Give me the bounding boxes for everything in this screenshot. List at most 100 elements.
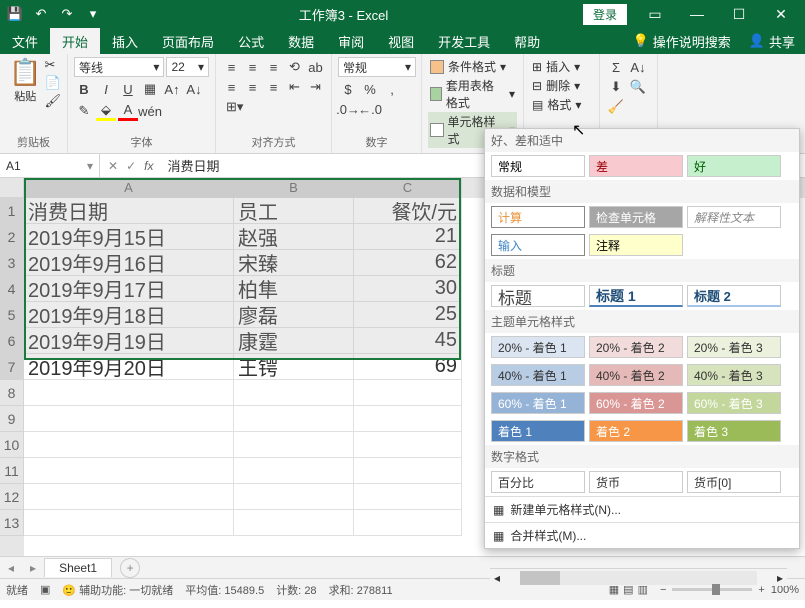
fill-icon[interactable]: ⬇ <box>606 77 626 97</box>
style-货币[interactable]: 货币 <box>589 471 683 493</box>
cell[interactable] <box>24 510 234 536</box>
align-middle-icon[interactable]: ≡ <box>243 57 262 77</box>
conditional-format-button[interactable]: 条件格式▾ <box>428 57 517 76</box>
number-format-select[interactable]: 常规▾ <box>338 57 416 77</box>
login-button[interactable]: 登录 <box>583 4 627 25</box>
ribbon-options-icon[interactable]: ▭ <box>635 2 675 26</box>
cell[interactable]: 62 <box>354 250 462 276</box>
cell[interactable]: 30 <box>354 276 462 302</box>
format-painter-icon[interactable]: 🖌 <box>44 93 61 109</box>
cell[interactable] <box>354 458 462 484</box>
redo-icon[interactable]: ↷ <box>56 3 78 25</box>
cell[interactable]: 21 <box>354 224 462 250</box>
tab-页面布局[interactable]: 页面布局 <box>150 28 226 55</box>
row-header-13[interactable]: 13 <box>0 510 24 536</box>
style-计算[interactable]: 计算 <box>491 206 585 228</box>
fill-color-button[interactable]: ⬙ <box>96 101 116 121</box>
merge-icon[interactable]: ⊞▾ <box>222 97 247 117</box>
tab-开始[interactable]: 开始 <box>50 28 100 55</box>
cell[interactable] <box>234 458 354 484</box>
cell[interactable]: 2019年9月17日 <box>24 276 234 302</box>
row-header-5[interactable]: 5 <box>0 302 24 328</box>
cell[interactable] <box>354 432 462 458</box>
italic-button[interactable]: I <box>96 79 116 99</box>
percent-icon[interactable]: % <box>360 79 380 99</box>
sheet-nav-prev[interactable]: ◂ <box>0 561 22 575</box>
style-好[interactable]: 好 <box>687 155 781 177</box>
undo-icon[interactable]: ↶ <box>30 3 52 25</box>
row-header-7[interactable]: 7 <box>0 354 24 380</box>
row-header-3[interactable]: 3 <box>0 250 24 276</box>
cell[interactable] <box>24 432 234 458</box>
style-20% - 着色 2[interactable]: 20% - 着色 2 <box>589 336 683 358</box>
autosum-icon[interactable]: Σ <box>606 57 626 77</box>
decrease-font-icon[interactable]: A↓ <box>184 79 204 99</box>
font-name-select[interactable]: 等线▾ <box>74 57 164 77</box>
sort-filter-icon[interactable]: A↓ <box>628 57 648 77</box>
style-标题 2[interactable]: 标题 2 <box>687 285 781 307</box>
cell[interactable] <box>234 380 354 406</box>
paste-button[interactable]: 📋 粘贴 <box>6 57 44 109</box>
style-百分比[interactable]: 百分比 <box>491 471 585 493</box>
col-header-B[interactable]: B <box>234 178 354 198</box>
save-icon[interactable]: 💾 <box>4 3 26 25</box>
row-header-2[interactable]: 2 <box>0 224 24 250</box>
tell-me[interactable]: 💡 操作说明搜索 <box>625 32 739 51</box>
format-as-table-button[interactable]: 套用表格格式▾ <box>428 76 517 112</box>
phonetic-guide-icon[interactable]: wén <box>140 101 160 121</box>
cell[interactable]: 宋臻 <box>234 250 354 276</box>
cell[interactable] <box>24 458 234 484</box>
minimize-icon[interactable]: — <box>677 2 717 26</box>
row-header-8[interactable]: 8 <box>0 380 24 406</box>
cell[interactable]: 赵强 <box>234 224 354 250</box>
tab-公式[interactable]: 公式 <box>226 28 276 55</box>
sheet-tab-1[interactable]: Sheet1 <box>44 558 112 577</box>
align-right-icon[interactable]: ≡ <box>264 77 283 97</box>
tab-开发工具[interactable]: 开发工具 <box>426 28 502 55</box>
new-cell-style[interactable]: ▦新建单元格样式(N)... <box>485 496 799 522</box>
style-40% - 着色 1[interactable]: 40% - 着色 1 <box>491 364 585 386</box>
clear-icon[interactable]: 🧹 <box>606 97 626 117</box>
decrease-indent-icon[interactable]: ⇤ <box>285 77 304 97</box>
style-解释性文本[interactable]: 解释性文本 <box>687 206 781 228</box>
row-header-4[interactable]: 4 <box>0 276 24 302</box>
cell[interactable] <box>354 406 462 432</box>
find-icon[interactable]: 🔍 <box>628 77 648 97</box>
enter-formula-icon[interactable]: ✓ <box>126 159 136 173</box>
style-输入[interactable]: 输入 <box>491 234 585 256</box>
font-size-select[interactable]: 22▾ <box>166 57 209 77</box>
cell[interactable]: 康霆 <box>234 328 354 354</box>
tab-视图[interactable]: 视图 <box>376 28 426 55</box>
cell[interactable] <box>354 380 462 406</box>
tab-文件[interactable]: 文件 <box>0 28 50 55</box>
cell[interactable] <box>24 380 234 406</box>
cell[interactable]: 消费日期 <box>24 198 234 224</box>
style-着色 2[interactable]: 着色 2 <box>589 420 683 442</box>
style-检查单元格[interactable]: 检查单元格 <box>589 206 683 228</box>
row-header-12[interactable]: 12 <box>0 484 24 510</box>
row-header-10[interactable]: 10 <box>0 432 24 458</box>
style-20% - 着色 3[interactable]: 20% - 着色 3 <box>687 336 781 358</box>
name-box[interactable]: A1▾ <box>0 154 100 177</box>
cell[interactable]: 45 <box>354 328 462 354</box>
align-left-icon[interactable]: ≡ <box>222 77 241 97</box>
tab-审阅[interactable]: 审阅 <box>326 28 376 55</box>
sheet-nav-next[interactable]: ▸ <box>22 561 44 575</box>
bold-button[interactable]: B <box>74 79 94 99</box>
style-60% - 着色 1[interactable]: 60% - 着色 1 <box>491 392 585 414</box>
font-color-button[interactable]: A <box>118 101 138 121</box>
cell[interactable] <box>234 510 354 536</box>
cell[interactable] <box>24 406 234 432</box>
comma-icon[interactable]: , <box>382 79 402 99</box>
col-header-A[interactable]: A <box>24 178 234 198</box>
wrap-text-icon[interactable]: ab <box>306 57 325 77</box>
close-icon[interactable]: ✕ <box>761 2 801 26</box>
tab-帮助[interactable]: 帮助 <box>502 28 552 55</box>
align-top-icon[interactable]: ≡ <box>222 57 241 77</box>
align-center-icon[interactable]: ≡ <box>243 77 262 97</box>
tab-数据[interactable]: 数据 <box>276 28 326 55</box>
style-差[interactable]: 差 <box>589 155 683 177</box>
cell[interactable]: 2019年9月19日 <box>24 328 234 354</box>
style-60% - 着色 3[interactable]: 60% - 着色 3 <box>687 392 781 414</box>
zoom-slider[interactable] <box>672 588 752 591</box>
